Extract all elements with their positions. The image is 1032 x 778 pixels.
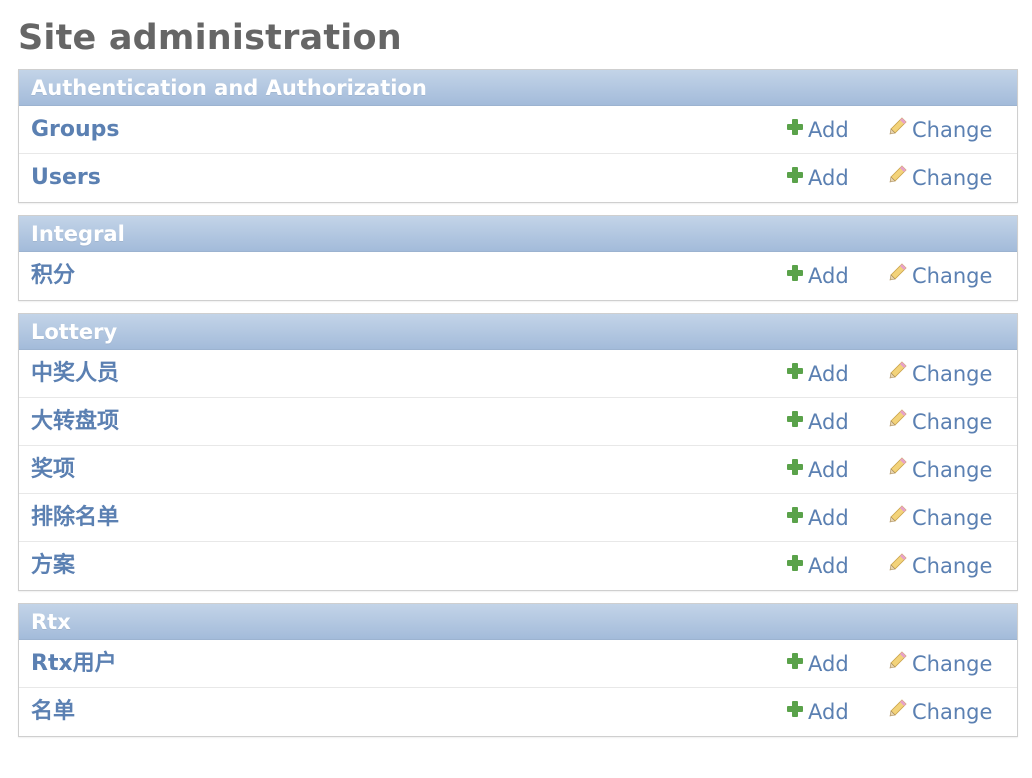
model-link-users[interactable]: Users bbox=[31, 154, 101, 202]
model-row-wheel-items: 大转盘项 Add Change bbox=[19, 398, 1017, 446]
add-link[interactable]: Add bbox=[786, 542, 849, 590]
module-authentication-and-authorization: Authentication and Authorization Groups … bbox=[18, 69, 1018, 203]
plus-icon bbox=[786, 349, 804, 397]
add-link[interactable]: Add bbox=[786, 252, 849, 300]
plus-icon bbox=[786, 445, 804, 493]
module-header[interactable]: Lottery bbox=[19, 314, 1017, 350]
model-row-integral: 积分 Add Change bbox=[19, 252, 1017, 300]
change-link[interactable]: Change bbox=[888, 106, 992, 154]
plus-icon bbox=[786, 105, 804, 153]
module-header[interactable]: Authentication and Authorization bbox=[19, 70, 1017, 106]
change-link[interactable]: Change bbox=[888, 688, 992, 736]
add-link[interactable]: Add bbox=[786, 154, 849, 202]
model-link-groups[interactable]: Groups bbox=[31, 106, 120, 154]
model-link-prizes[interactable]: 奖项 bbox=[31, 446, 75, 494]
model-row-users: Users Add Change bbox=[19, 154, 1017, 202]
plus-icon bbox=[786, 639, 804, 687]
model-row-winners: 中奖人员 Add Change bbox=[19, 350, 1017, 398]
pencil-icon bbox=[888, 493, 908, 541]
pencil-icon bbox=[888, 397, 908, 445]
change-link[interactable]: Change bbox=[888, 398, 992, 446]
plus-icon bbox=[786, 397, 804, 445]
change-link[interactable]: Change bbox=[888, 542, 992, 590]
model-row-name-list: 名单 Add Change bbox=[19, 688, 1017, 736]
pencil-icon bbox=[888, 251, 908, 299]
model-row-groups: Groups Add Change bbox=[19, 106, 1017, 154]
change-link[interactable]: Change bbox=[888, 252, 992, 300]
pencil-icon bbox=[888, 445, 908, 493]
plus-icon bbox=[786, 153, 804, 201]
module-header[interactable]: Rtx bbox=[19, 604, 1017, 640]
model-row-rtx-users: Rtx用户 Add Change bbox=[19, 640, 1017, 688]
change-link[interactable]: Change bbox=[888, 154, 992, 202]
plus-icon bbox=[786, 493, 804, 541]
module-integral: Integral 积分 Add Change bbox=[18, 215, 1018, 301]
model-link-plans[interactable]: 方案 bbox=[31, 542, 75, 590]
add-link[interactable]: Add bbox=[786, 640, 849, 688]
model-link-winners[interactable]: 中奖人员 bbox=[31, 350, 119, 398]
model-row-plans: 方案 Add Change bbox=[19, 542, 1017, 590]
add-link[interactable]: Add bbox=[786, 688, 849, 736]
model-row-prizes: 奖项 Add Change bbox=[19, 446, 1017, 494]
pencil-icon bbox=[888, 639, 908, 687]
module-header[interactable]: Integral bbox=[19, 216, 1017, 252]
model-link-exclusion-list[interactable]: 排除名单 bbox=[31, 494, 119, 542]
pencil-icon bbox=[888, 349, 908, 397]
add-link[interactable]: Add bbox=[786, 106, 849, 154]
change-link[interactable]: Change bbox=[888, 350, 992, 398]
model-link-wheel-items[interactable]: 大转盘项 bbox=[31, 398, 119, 446]
add-link[interactable]: Add bbox=[786, 494, 849, 542]
change-link[interactable]: Change bbox=[888, 494, 992, 542]
add-link[interactable]: Add bbox=[786, 350, 849, 398]
plus-icon bbox=[786, 687, 804, 735]
module-rtx: Rtx Rtx用户 Add Change 名单 Add Change bbox=[18, 603, 1018, 737]
plus-icon bbox=[786, 541, 804, 589]
pencil-icon bbox=[888, 687, 908, 735]
pencil-icon bbox=[888, 153, 908, 201]
change-link[interactable]: Change bbox=[888, 640, 992, 688]
model-row-exclusion-list: 排除名单 Add Change bbox=[19, 494, 1017, 542]
page-title: Site administration bbox=[18, 18, 402, 58]
add-link[interactable]: Add bbox=[786, 398, 849, 446]
model-link-rtx-users[interactable]: Rtx用户 bbox=[31, 640, 117, 688]
pencil-icon bbox=[888, 105, 908, 153]
add-link[interactable]: Add bbox=[786, 446, 849, 494]
plus-icon bbox=[786, 251, 804, 299]
pencil-icon bbox=[888, 541, 908, 589]
model-link-integral[interactable]: 积分 bbox=[31, 252, 75, 300]
model-link-name-list[interactable]: 名单 bbox=[31, 688, 75, 736]
change-link[interactable]: Change bbox=[888, 446, 992, 494]
module-lottery: Lottery 中奖人员 Add Change 大转盘项 Add Change … bbox=[18, 313, 1018, 591]
